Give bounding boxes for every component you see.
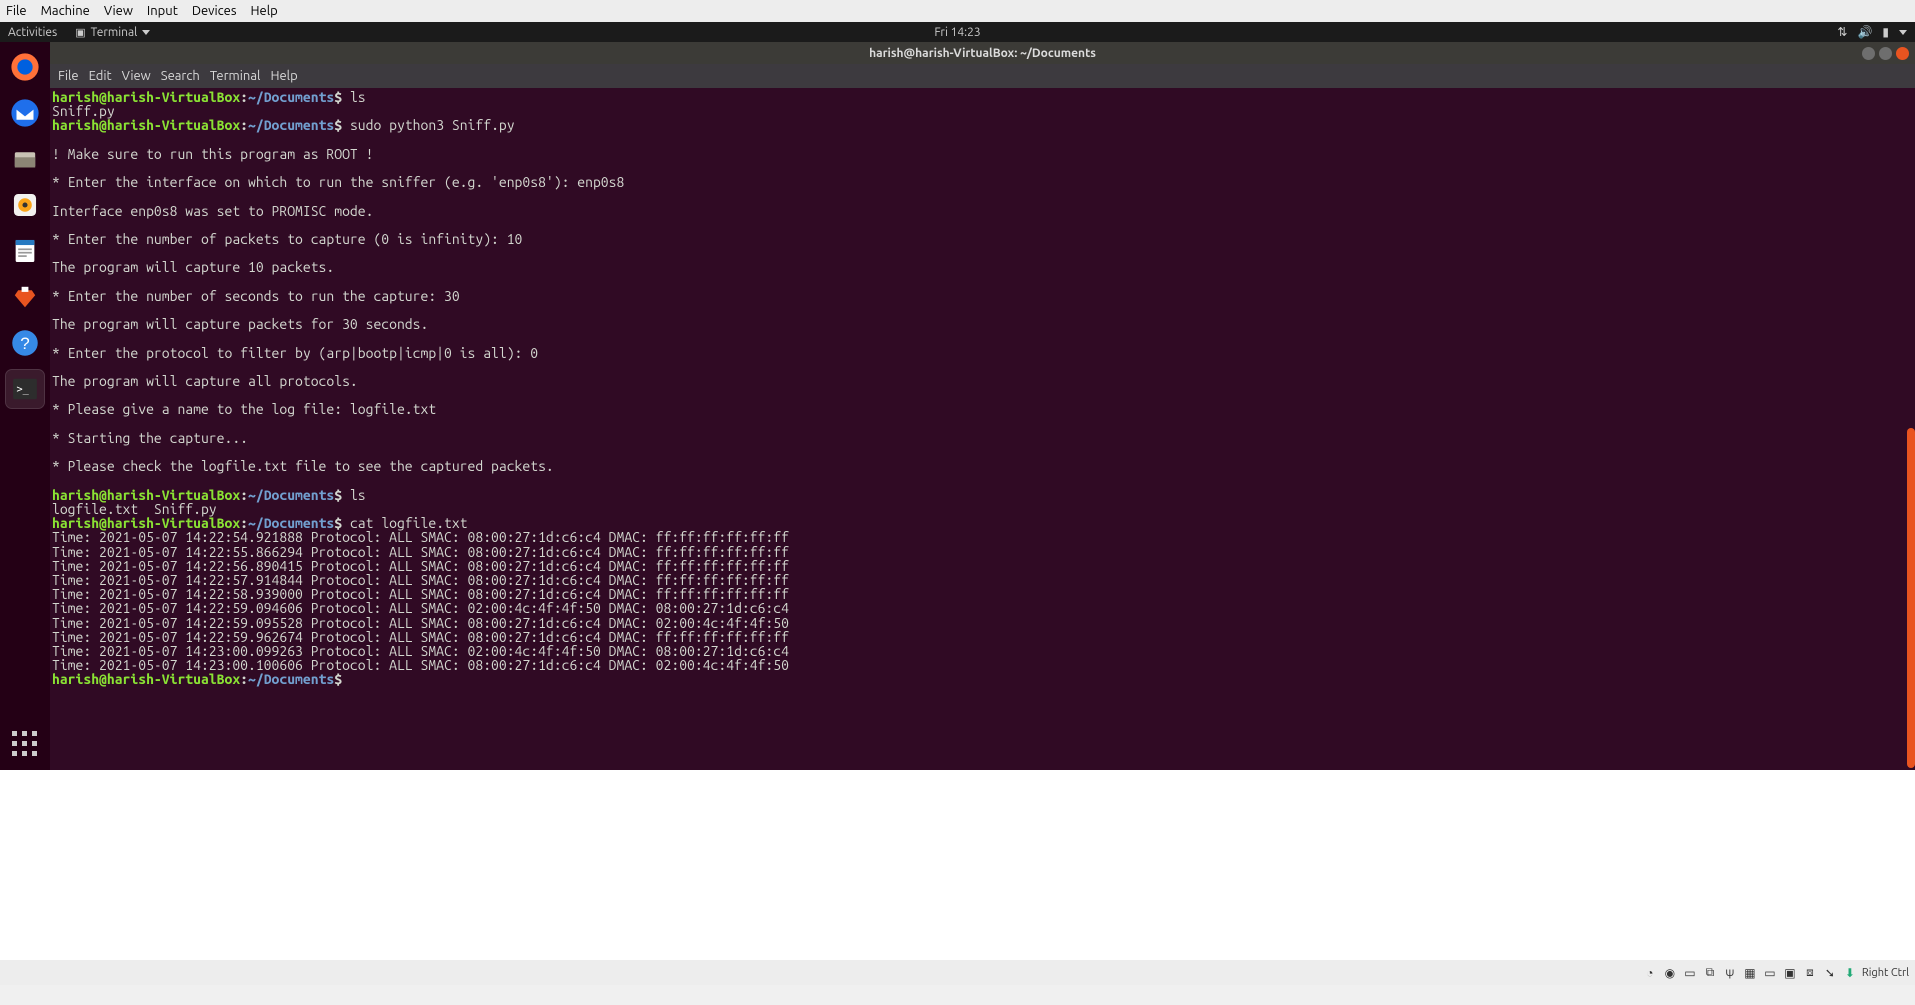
- status-usb-icon[interactable]: ψ: [1722, 965, 1738, 981]
- dock-writer[interactable]: [6, 232, 44, 270]
- virtualbox-status-bar: ◔ ◉ ▭ ⧉ ψ ▦ ▭ ▣ ⧈ ➘ ⬇ Right Ctrl: [0, 960, 1915, 985]
- host-key-label: Right Ctrl: [1862, 967, 1909, 979]
- menu-search[interactable]: Search: [161, 69, 200, 83]
- prog-line: * Enter the protocol to filter by (arp|b…: [52, 345, 538, 361]
- svg-text:?: ?: [20, 334, 29, 353]
- maximize-button[interactable]: [1879, 47, 1892, 60]
- status-mouse-icon[interactable]: ➘: [1822, 965, 1838, 981]
- prog-line: Interface enp0s8 was set to PROMISC mode…: [52, 203, 373, 219]
- dock: ? >_: [0, 42, 50, 770]
- terminal-icon: ▣: [75, 26, 85, 39]
- host-background: [0, 770, 1915, 960]
- terminal-menubar: File Edit View Search Terminal Help: [50, 64, 1915, 88]
- vbox-menu-help[interactable]: Help: [251, 4, 278, 18]
- menu-terminal[interactable]: Terminal: [210, 69, 261, 83]
- menu-file[interactable]: File: [58, 69, 79, 83]
- volume-icon[interactable]: 🔊: [1857, 25, 1872, 39]
- dock-files[interactable]: [6, 140, 44, 178]
- ubuntu-desktop: ? >_ harish@harish-VirtualBox: ~/Documen…: [0, 42, 1915, 770]
- minimize-button[interactable]: [1862, 47, 1875, 60]
- clock[interactable]: Fri 14:23: [934, 26, 980, 39]
- status-network-icon[interactable]: ⧉: [1702, 965, 1718, 981]
- prog-line: The program will capture 10 packets.: [52, 259, 334, 275]
- vbox-menu-devices[interactable]: Devices: [192, 4, 237, 18]
- vbox-menu-file[interactable]: File: [6, 4, 27, 18]
- menu-help[interactable]: Help: [270, 69, 297, 83]
- chevron-down-icon: [142, 30, 150, 35]
- dock-thunderbird[interactable]: [6, 94, 44, 132]
- active-app-indicator[interactable]: ▣ Terminal: [69, 25, 156, 40]
- status-keyboard-icon[interactable]: ⬇: [1842, 965, 1858, 981]
- activities-button[interactable]: Activities: [8, 26, 57, 39]
- prog-line: ! Make sure to run this program as ROOT …: [52, 146, 373, 162]
- vbox-menu-input[interactable]: Input: [147, 4, 178, 18]
- status-recording-icon[interactable]: ▣: [1782, 965, 1798, 981]
- cmd-run: sudo python3 Sniff.py: [350, 117, 515, 133]
- virtualbox-menu-bar: File Machine View Input Devices Help: [0, 0, 1915, 22]
- cmd-ls: ls: [350, 89, 366, 105]
- dock-terminal[interactable]: >_: [6, 370, 44, 408]
- network-icon[interactable]: ⇅: [1837, 25, 1847, 39]
- vbox-menu-machine[interactable]: Machine: [41, 4, 90, 18]
- vbox-menu-view[interactable]: View: [104, 4, 133, 18]
- window-titlebar[interactable]: harish@harish-VirtualBox: ~/Documents: [50, 42, 1915, 64]
- prog-line: The program will capture all protocols.: [52, 373, 358, 389]
- svg-text:>_: >_: [17, 384, 30, 395]
- menu-view[interactable]: View: [122, 69, 151, 83]
- prog-line: * Enter the number of packets to capture…: [52, 231, 522, 247]
- active-app-label: Terminal: [91, 26, 138, 39]
- prog-line: * Enter the interface on which to run th…: [52, 174, 624, 190]
- prog-line: * Please give a name to the log file: lo…: [52, 401, 436, 417]
- chevron-down-icon: [1899, 30, 1907, 35]
- status-display-icon[interactable]: ▭: [1762, 965, 1778, 981]
- close-button[interactable]: [1896, 47, 1909, 60]
- battery-icon[interactable]: ▮: [1882, 25, 1889, 39]
- status-hdd-icon[interactable]: ◔: [1642, 965, 1658, 981]
- terminal-output[interactable]: harish@harish-VirtualBox:~/Documents$ ls…: [50, 88, 1915, 770]
- prompt-path: ~/Documents: [248, 89, 334, 105]
- terminal-window: harish@harish-VirtualBox: ~/Documents Fi…: [50, 42, 1915, 770]
- status-optical-icon[interactable]: ◉: [1662, 965, 1678, 981]
- menu-edit[interactable]: Edit: [89, 69, 112, 83]
- system-tray[interactable]: ⇅ 🔊 ▮: [1837, 25, 1907, 39]
- gnome-top-bar: Activities ▣ Terminal Fri 14:23 ⇅ 🔊 ▮: [0, 22, 1915, 42]
- dock-help[interactable]: ?: [6, 324, 44, 362]
- status-shared-icon[interactable]: ▦: [1742, 965, 1758, 981]
- status-audio-icon[interactable]: ▭: [1682, 965, 1698, 981]
- scrollbar-thumb[interactable]: [1907, 428, 1915, 768]
- window-title: harish@harish-VirtualBox: ~/Documents: [869, 47, 1096, 60]
- dock-rhythmbox[interactable]: [6, 186, 44, 224]
- dock-firefox[interactable]: [6, 48, 44, 86]
- show-applications-button[interactable]: [9, 728, 41, 760]
- prog-line: * Starting the capture...: [52, 430, 248, 446]
- cmd-ls: ls: [350, 487, 366, 503]
- prog-line: The program will capture packets for 30 …: [52, 316, 428, 332]
- dock-software[interactable]: [6, 278, 44, 316]
- prog-line: * Enter the number of seconds to run the…: [52, 288, 460, 304]
- prog-line: * Please check the logfile.txt file to s…: [52, 458, 554, 474]
- status-cpu-icon[interactable]: ⧈: [1802, 965, 1818, 981]
